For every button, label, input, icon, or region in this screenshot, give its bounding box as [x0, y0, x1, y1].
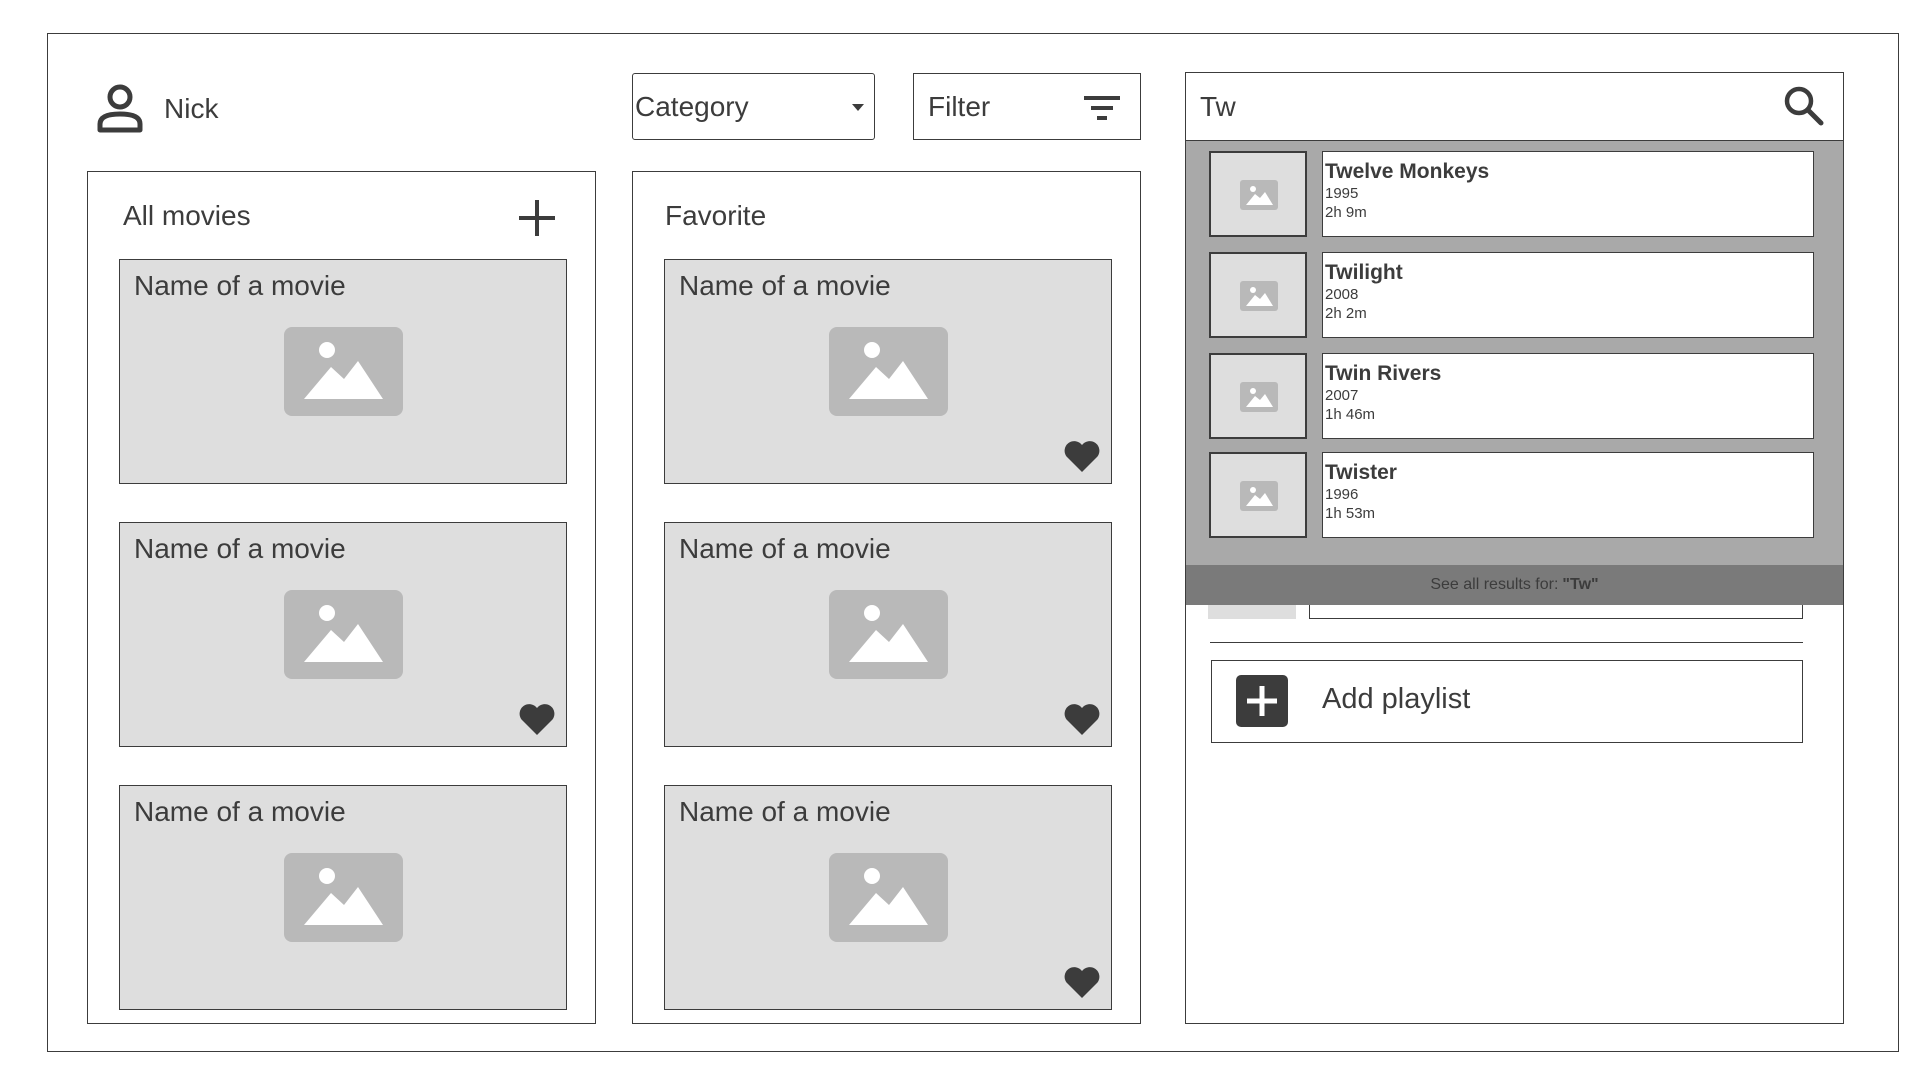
search-icon[interactable]: [1783, 85, 1825, 127]
movie-card[interactable]: Name of a movie: [664, 785, 1112, 1010]
movie-name: Name of a movie: [134, 270, 346, 301]
search-result-item[interactable]: Twelve Monkeys 1995 2h 9m: [1209, 151, 1814, 237]
result-thumbnail: [1209, 151, 1307, 237]
image-placeholder-icon: [829, 853, 948, 942]
movie-name: Name of a movie: [134, 796, 346, 827]
result-thumbnail: [1209, 452, 1307, 538]
filter-icon: [1084, 96, 1120, 120]
plus-square-icon: [1236, 675, 1288, 727]
favorite-panel: Favorite Name of a movie Name of a movie…: [632, 171, 1141, 1024]
category-select[interactable]: Category: [632, 73, 875, 140]
category-label: Category: [635, 90, 749, 122]
search-bar: [1186, 73, 1843, 141]
result-duration: 1h 53m: [1325, 505, 1376, 522]
result-year: 1995: [1325, 185, 1359, 202]
see-all-results-link[interactable]: See all results for: "Tw": [1186, 565, 1843, 605]
movie-name: Name of a movie: [679, 796, 891, 827]
result-info: Twelve Monkeys 1995 2h 9m: [1322, 151, 1814, 237]
heart-icon[interactable]: [518, 702, 556, 736]
heart-icon[interactable]: [1063, 439, 1101, 473]
image-placeholder-icon: [284, 327, 403, 416]
see-all-query: "Tw": [1562, 576, 1599, 593]
result-year: 1996: [1325, 486, 1359, 503]
add-playlist-label: Add playlist: [1322, 683, 1471, 715]
result-title: Twin Rivers: [1325, 362, 1442, 385]
movie-card[interactable]: Name of a movie: [119, 785, 567, 1010]
result-year: 2008: [1325, 286, 1359, 303]
movie-card[interactable]: Name of a movie: [119, 259, 567, 484]
movie-name: Name of a movie: [679, 270, 891, 301]
result-title: Twister: [1325, 461, 1397, 484]
add-playlist-button[interactable]: Add playlist: [1211, 660, 1803, 743]
image-placeholder-icon: [1240, 481, 1278, 511]
search-result-item[interactable]: Twilight 2008 2h 2m: [1209, 252, 1814, 338]
result-info: Twin Rivers 2007 1h 46m: [1322, 353, 1814, 439]
image-placeholder-icon: [829, 590, 948, 679]
result-year: 2007: [1325, 387, 1359, 404]
favorite-title: Favorite: [665, 200, 767, 231]
heart-icon[interactable]: [1063, 702, 1101, 736]
image-placeholder-icon: [1240, 382, 1278, 412]
result-title: Twelve Monkeys: [1325, 160, 1490, 183]
search-result-item[interactable]: Twister 1996 1h 53m: [1209, 452, 1814, 538]
user-name: Nick: [164, 93, 219, 124]
search-panel: Twelve Monkeys 1995 2h 9m Twilight 2008 …: [1185, 72, 1844, 1024]
image-placeholder-icon: [1240, 180, 1278, 210]
result-thumbnail: [1209, 353, 1307, 439]
result-info: Twister 1996 1h 53m: [1322, 452, 1814, 538]
result-title: Twilight: [1325, 261, 1403, 284]
all-movies-panel: All movies Name of a movie Name of a mov…: [87, 171, 596, 1024]
filter-label: Filter: [928, 90, 991, 122]
search-result-item[interactable]: Twin Rivers 2007 1h 46m: [1209, 353, 1814, 439]
search-results-dropdown: Twelve Monkeys 1995 2h 9m Twilight 2008 …: [1186, 141, 1843, 605]
divider: [1210, 642, 1803, 643]
image-placeholder-icon: [284, 590, 403, 679]
see-all-prefix: See all results for:: [1430, 576, 1559, 593]
result-duration: 1h 46m: [1325, 406, 1376, 423]
filter-button[interactable]: Filter: [913, 73, 1141, 140]
movie-card[interactable]: Name of a movie: [664, 522, 1112, 747]
image-placeholder-icon: [284, 853, 403, 942]
user-icon: [97, 84, 143, 133]
image-placeholder-icon: [829, 327, 948, 416]
search-input[interactable]: [1200, 87, 1760, 127]
heart-icon[interactable]: [1063, 965, 1101, 999]
add-movie-icon[interactable]: [517, 198, 557, 238]
result-info: Twilight 2008 2h 2m: [1322, 252, 1814, 338]
movie-name: Name of a movie: [679, 533, 891, 564]
all-movies-title: All movies: [123, 200, 251, 231]
result-duration: 2h 2m: [1325, 305, 1367, 322]
movie-card[interactable]: Name of a movie: [664, 259, 1112, 484]
image-placeholder-icon: [1240, 281, 1278, 311]
result-duration: 2h 9m: [1325, 204, 1367, 221]
chevron-down-icon: [852, 104, 864, 111]
result-thumbnail: [1209, 252, 1307, 338]
movie-card[interactable]: Name of a movie: [119, 522, 567, 747]
user-profile[interactable]: Nick: [96, 84, 218, 134]
movie-name: Name of a movie: [134, 533, 346, 564]
